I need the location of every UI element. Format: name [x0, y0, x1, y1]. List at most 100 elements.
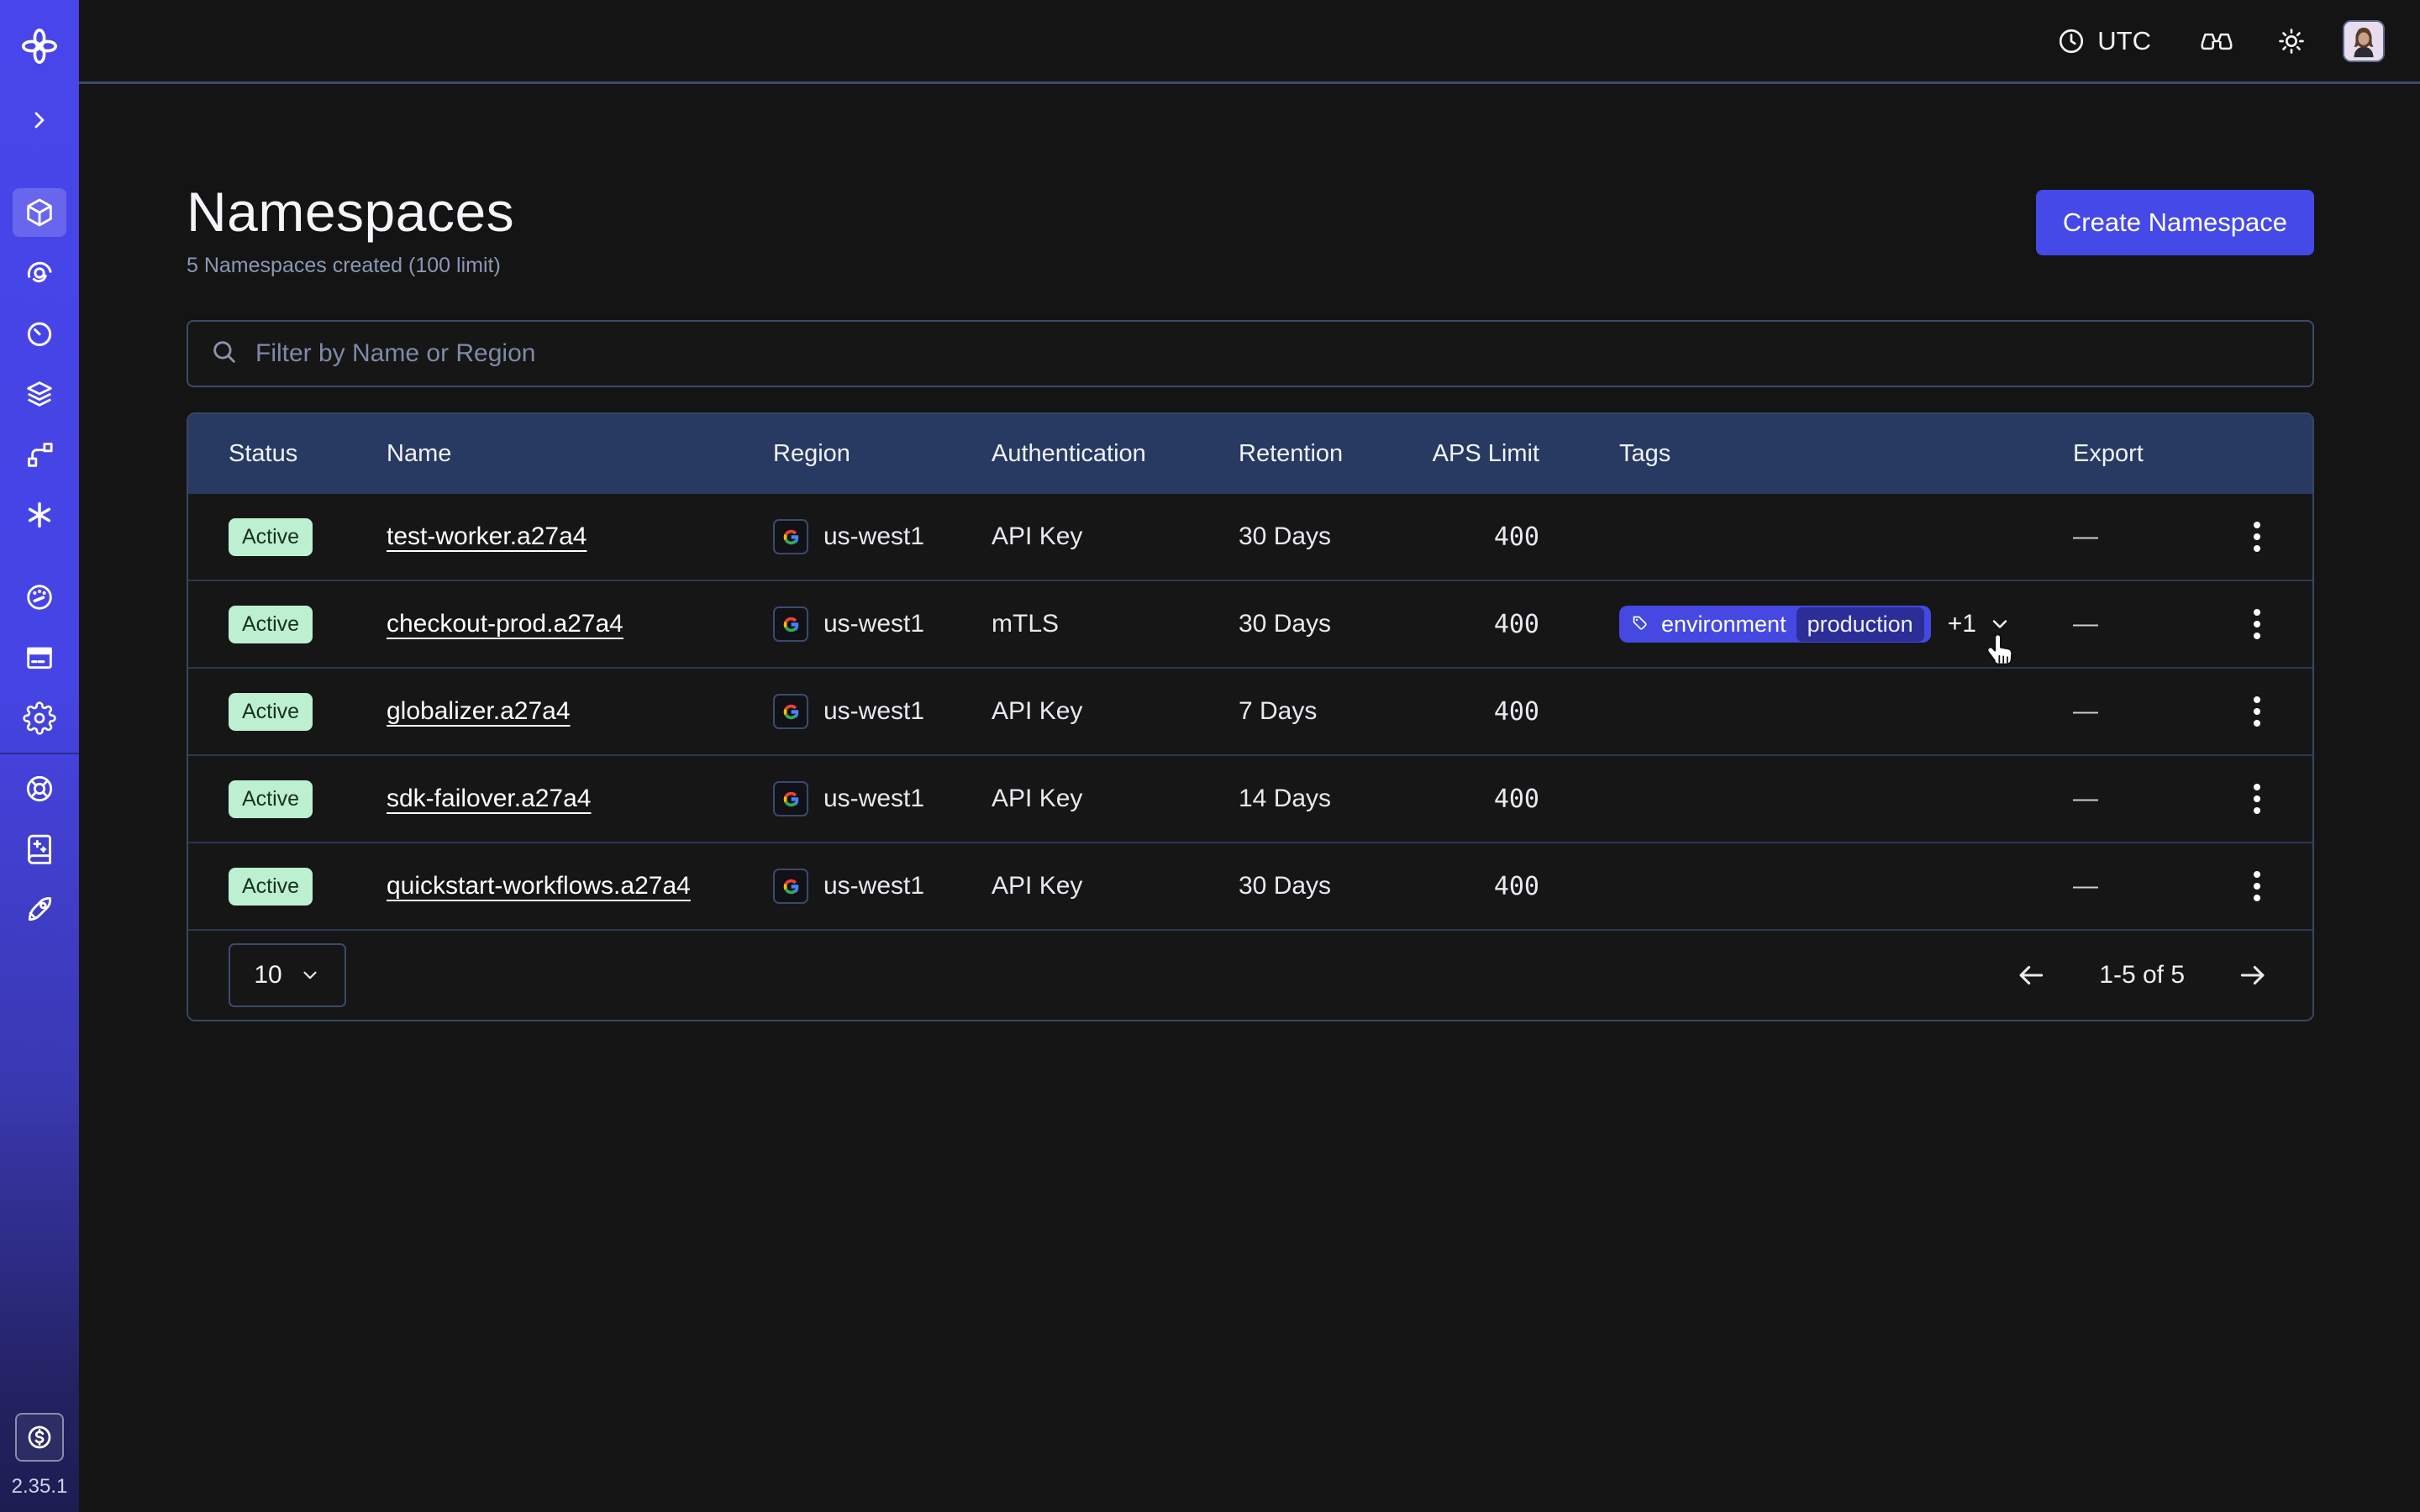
retention-value: 30 Days	[1239, 610, 1422, 638]
table-row[interactable]: Active quickstart-workflows.a27a4 us-wes…	[188, 843, 2312, 931]
timezone-label: UTC	[2097, 26, 2151, 56]
region-label: us-west1	[823, 522, 924, 551]
filter-input[interactable]	[255, 339, 2291, 368]
row-menu-button[interactable]	[2247, 689, 2267, 734]
retention-value: 30 Days	[1239, 522, 1422, 551]
col-region: Region	[773, 440, 992, 468]
table-header: Status Name Region Authentication Retent…	[188, 414, 2312, 494]
chevron-down-icon	[299, 964, 321, 986]
export-value: —	[2073, 522, 2241, 551]
sidebar-item-support[interactable]	[13, 764, 66, 813]
sidebar: 2.35.1	[0, 0, 79, 1512]
row-menu-button[interactable]	[2247, 864, 2267, 909]
sidebar-item-settings[interactable]	[13, 694, 66, 743]
aps-value: 400	[1494, 610, 1539, 639]
status-badge: Active	[229, 693, 313, 731]
export-value: —	[2073, 697, 2241, 726]
auth-value: API Key	[992, 872, 1239, 900]
sidebar-item-workflows[interactable]	[13, 249, 66, 297]
col-tags: Tags	[1539, 440, 2073, 468]
page-range-label: 1-5 of 5	[2099, 961, 2185, 990]
page-size-value: 10	[254, 961, 281, 990]
namespace-link[interactable]: checkout-prod.a27a4	[387, 610, 623, 638]
create-namespace-button[interactable]: Create Namespace	[2036, 190, 2314, 255]
export-value: —	[2073, 610, 2241, 638]
tags-more-count: +1	[1948, 610, 1976, 638]
retention-value: 14 Days	[1239, 785, 1422, 813]
sidebar-nav-primary	[13, 188, 66, 539]
sidebar-item-docs[interactable]	[13, 825, 66, 874]
aps-value: 400	[1494, 872, 1539, 901]
sidebar-item-batch-operations[interactable]	[13, 491, 66, 539]
sidebar-item-getting-started[interactable]	[13, 885, 66, 934]
status-badge: Active	[229, 606, 313, 643]
table-row[interactable]: Active sdk-failover.a27a4 us-west1	[188, 756, 2312, 843]
gcp-icon	[773, 869, 808, 904]
sidebar-item-billing[interactable]	[13, 633, 66, 682]
pricing-badge-icon[interactable]	[15, 1413, 64, 1462]
auth-value: API Key	[992, 785, 1239, 813]
gcp-icon	[773, 781, 808, 816]
auth-value: mTLS	[992, 610, 1239, 638]
aps-value: 400	[1494, 785, 1539, 814]
app-version: 2.35.1	[12, 1475, 68, 1499]
table-row[interactable]: Active globalizer.a27a4 us-west1	[188, 669, 2312, 756]
filter-bar[interactable]	[187, 320, 2314, 387]
glasses-icon[interactable]	[2200, 29, 2233, 54]
sidebar-nav-help	[13, 764, 66, 934]
sidebar-nav-account	[13, 573, 66, 743]
auth-value: API Key	[992, 697, 1239, 726]
page-size-select[interactable]: 10	[229, 943, 346, 1007]
sidebar-item-namespaces[interactable]	[13, 188, 66, 237]
status-badge: Active	[229, 780, 313, 818]
col-status: Status	[229, 440, 387, 468]
export-value: —	[2073, 872, 2241, 900]
row-menu-button[interactable]	[2247, 514, 2267, 559]
tag-value: production	[1797, 607, 1924, 642]
aps-value: 400	[1494, 697, 1539, 727]
main-area: UTC	[79, 0, 2420, 1512]
gcp-icon	[773, 694, 808, 729]
gcp-icon	[773, 519, 808, 554]
namespace-link[interactable]: sdk-failover.a27a4	[387, 785, 592, 812]
table-row[interactable]: Active checkout-prod.a27a4 us-west1	[188, 581, 2312, 669]
temporal-logo	[13, 22, 66, 71]
sidebar-bottom: 2.35.1	[0, 1413, 79, 1499]
region-label: us-west1	[823, 785, 924, 813]
tag-pill[interactable]: environment production	[1619, 606, 1931, 643]
region-label: us-west1	[823, 610, 924, 638]
row-menu-button[interactable]	[2247, 776, 2267, 822]
aps-value: 400	[1494, 522, 1539, 552]
topbar: UTC	[79, 0, 2420, 84]
prev-page-button[interactable]	[2012, 956, 2050, 995]
tags-expand-chevron-icon[interactable]	[1988, 612, 2012, 636]
sidebar-expand-button[interactable]	[13, 96, 66, 144]
region-label: us-west1	[823, 872, 924, 900]
page-title: Namespaces	[187, 180, 514, 244]
tags-cell: environment production +1	[1539, 606, 2073, 643]
gcp-icon	[773, 606, 808, 642]
sun-icon[interactable]	[2277, 27, 2306, 55]
col-authentication: Authentication	[992, 440, 1239, 468]
next-page-button[interactable]	[2233, 956, 2272, 995]
clock-icon	[2057, 27, 2086, 55]
namespace-link[interactable]: test-worker.a27a4	[387, 522, 587, 550]
retention-value: 7 Days	[1239, 697, 1422, 726]
row-menu-button[interactable]	[2247, 601, 2267, 647]
page-subtitle: 5 Namespaces created (100 limit)	[187, 254, 514, 278]
namespace-link[interactable]: globalizer.a27a4	[387, 697, 571, 725]
avatar[interactable]	[2343, 20, 2385, 62]
auth-value: API Key	[992, 522, 1239, 551]
pager: 1-5 of 5	[2012, 956, 2272, 995]
sidebar-item-usage[interactable]	[13, 573, 66, 622]
content: Namespaces 5 Namespaces created (100 lim…	[79, 84, 2420, 1021]
timezone-selector[interactable]: UTC	[2057, 26, 2151, 56]
tag-key: environment	[1661, 612, 1786, 638]
table-row[interactable]: Active test-worker.a27a4 us-west1	[188, 494, 2312, 581]
sidebar-item-nexus[interactable]	[13, 430, 66, 479]
search-icon	[210, 338, 239, 370]
sidebar-item-schedules[interactable]	[13, 309, 66, 358]
tag-icon	[1631, 614, 1651, 634]
sidebar-item-deployments[interactable]	[13, 370, 66, 418]
namespace-link[interactable]: quickstart-workflows.a27a4	[387, 872, 691, 900]
